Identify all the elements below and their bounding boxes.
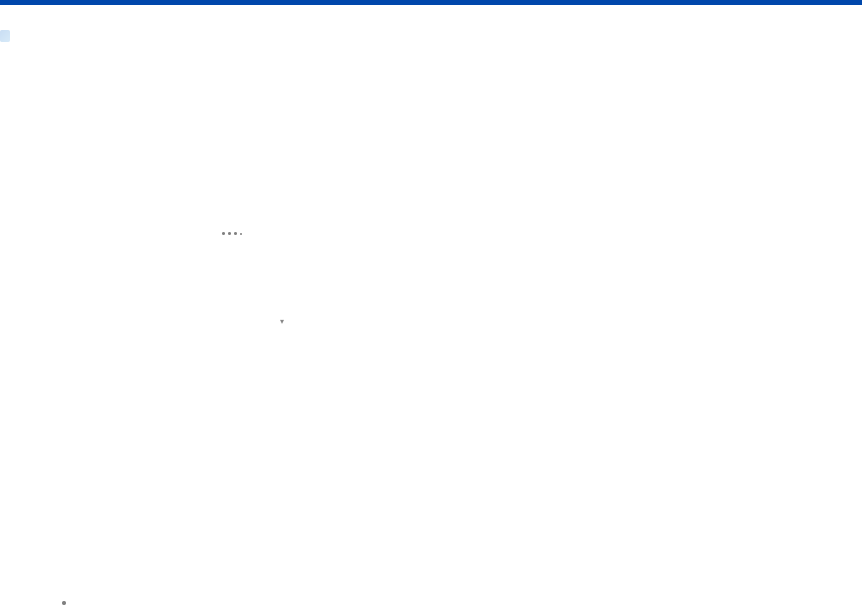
loading-indicator xyxy=(222,232,242,235)
loader-dot xyxy=(222,232,225,235)
caret-down-icon: ▾ xyxy=(280,318,290,323)
bullet-icon xyxy=(62,601,66,605)
loader-dot xyxy=(234,232,237,235)
loader-dot xyxy=(240,233,242,235)
logo-fragment xyxy=(0,30,18,50)
loader-dot xyxy=(228,232,231,235)
logo-icon xyxy=(0,30,10,42)
header-bar xyxy=(0,0,862,5)
